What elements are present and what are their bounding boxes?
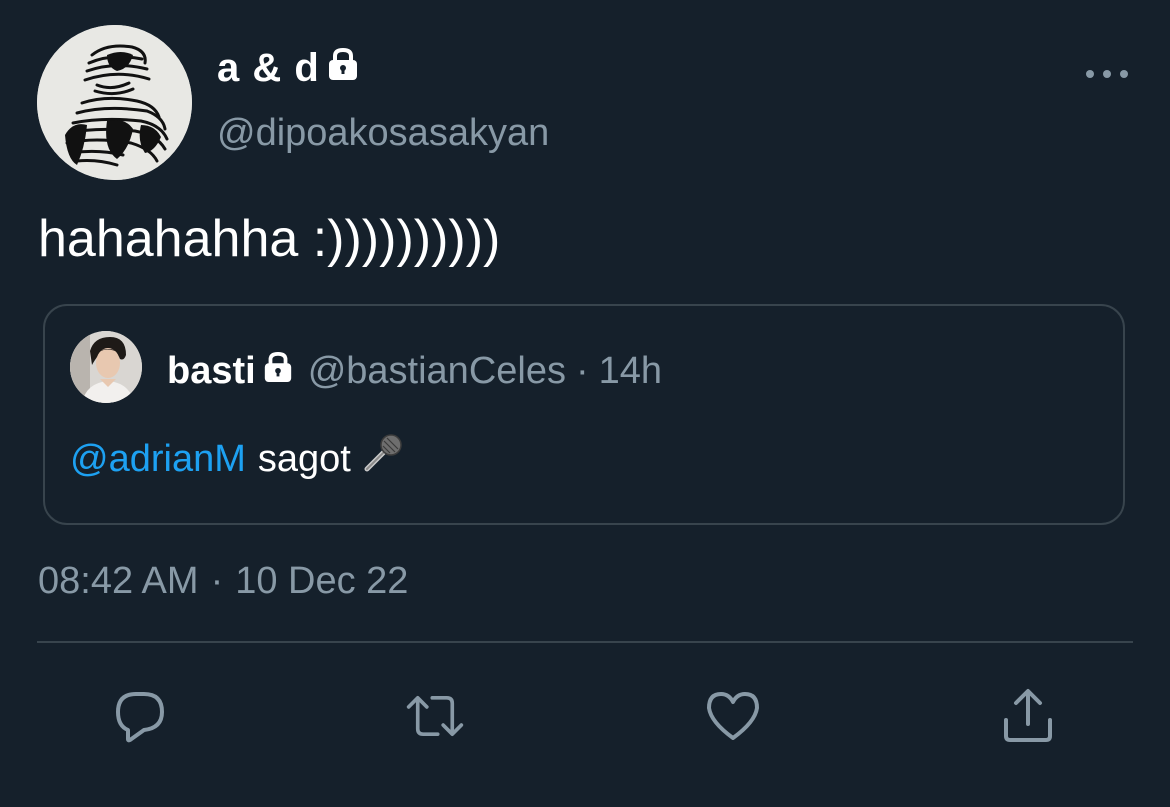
abstract-ink-drawing-avatar xyxy=(37,25,192,180)
quoted-time-ago: 14h xyxy=(598,350,663,392)
quoted-author-avatar[interactable] xyxy=(70,331,142,403)
tweet-date: 10 Dec 22 xyxy=(235,560,409,602)
author-name-text: a & d xyxy=(217,46,320,90)
divider xyxy=(37,641,1133,643)
microphone-icon xyxy=(361,431,405,486)
more-dot xyxy=(1086,70,1094,78)
more-dot xyxy=(1120,70,1128,78)
more-horizontal-icon[interactable] xyxy=(1086,64,1128,84)
quoted-tweet-body: @adrianM sagot xyxy=(70,431,405,486)
separator-dot: · xyxy=(210,560,224,602)
author-display-name[interactable]: a & d xyxy=(217,46,360,90)
separator-dot: · xyxy=(575,350,589,392)
quoted-display-name[interactable]: basti xyxy=(167,348,256,394)
share-button[interactable] xyxy=(998,686,1058,746)
quoted-tweet-header: basti @bastianCeles · 14h xyxy=(167,348,662,394)
retweet-button[interactable] xyxy=(405,686,465,746)
quoted-tweet-text: sagot xyxy=(257,437,351,480)
more-dot xyxy=(1103,70,1111,78)
like-button[interactable] xyxy=(703,686,763,746)
person-photo-avatar xyxy=(70,331,142,403)
tweet-timestamp[interactable]: 08:42 AM · 10 Dec 22 xyxy=(38,558,408,604)
reply-icon xyxy=(116,692,164,743)
share-icon xyxy=(1004,689,1052,742)
tweet-detail: a & d @dipoakosasakyan hahahahha :))))))… xyxy=(0,0,1170,807)
retweet-icon xyxy=(406,696,464,737)
author-handle[interactable]: @dipoakosasakyan xyxy=(217,110,549,156)
reply-button[interactable] xyxy=(110,686,170,746)
mention-link[interactable]: @adrianM xyxy=(70,436,246,482)
lock-icon xyxy=(326,46,360,90)
heart-icon xyxy=(707,692,759,740)
author-avatar[interactable] xyxy=(37,25,192,180)
quoted-handle[interactable]: @bastianCeles xyxy=(308,348,566,394)
lock-icon xyxy=(262,348,294,394)
tweet-time: 08:42 AM xyxy=(38,560,199,602)
tweet-text: hahahahha :)))))))))) xyxy=(38,210,501,268)
quoted-tweet-card[interactable]: basti @bastianCeles · 14h @adrianM sagot xyxy=(43,304,1125,525)
